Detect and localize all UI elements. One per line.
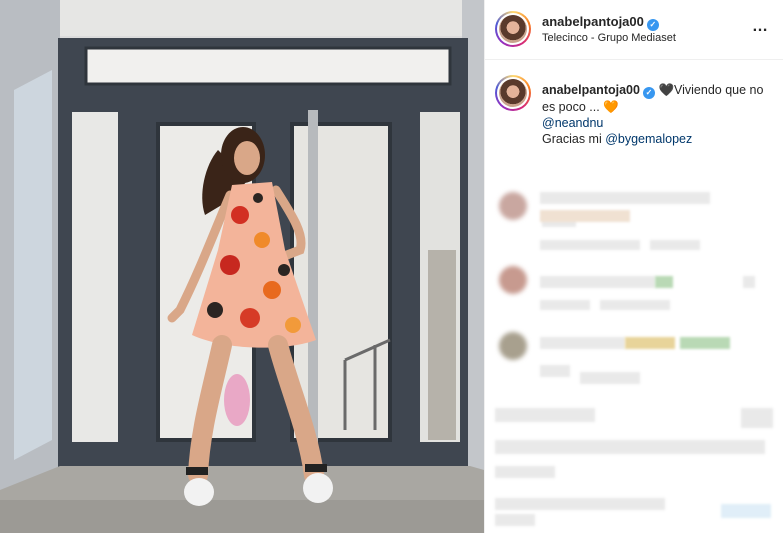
comment-text-blurred bbox=[625, 337, 675, 349]
comment-text-blurred bbox=[540, 210, 630, 222]
comment-text-blurred bbox=[655, 276, 673, 288]
comment-meta-blurred bbox=[600, 300, 670, 310]
verified-icon: ✓ bbox=[642, 87, 655, 99]
photo-illustration bbox=[0, 0, 484, 533]
like-icon-blurred[interactable] bbox=[743, 276, 755, 288]
author-avatar[interactable] bbox=[495, 11, 531, 47]
comment-meta-blurred bbox=[540, 300, 590, 310]
mention-link[interactable]: @neandnu bbox=[542, 116, 603, 130]
post-header: anabelpantoja00 ✓ Telecinco - Grupo Media… bbox=[485, 0, 783, 60]
caption-username[interactable]: anabelpantoja00 bbox=[542, 83, 640, 97]
orange-heart-icon: 🧡 bbox=[603, 100, 619, 114]
mention-link[interactable]: @bygemalopez bbox=[605, 132, 692, 146]
post-location[interactable]: Telecinco - Grupo Mediaset bbox=[542, 32, 676, 44]
comment-text-blurred bbox=[680, 337, 730, 349]
commenter-avatar[interactable] bbox=[499, 332, 527, 360]
commenter-avatar[interactable] bbox=[499, 192, 527, 220]
comment-text-blurred bbox=[540, 337, 625, 349]
caption-avatar[interactable] bbox=[495, 75, 531, 111]
commenter-avatar[interactable] bbox=[499, 266, 527, 294]
comment-text-blurred bbox=[540, 276, 655, 288]
comment-text-blurred bbox=[580, 372, 640, 384]
post-photo bbox=[0, 0, 484, 533]
comment-text-blurred bbox=[495, 466, 555, 478]
comment-text-blurred bbox=[540, 192, 710, 204]
comment-text-blurred bbox=[540, 365, 570, 377]
thanks-text: Gracias mi bbox=[542, 132, 602, 146]
post-sidebar: anabelpantoja00 ✓ Telecinco - Grupo Media… bbox=[484, 0, 783, 533]
author-username[interactable]: anabelpantoja00 ✓ bbox=[542, 14, 659, 31]
caption-text: anabelpantoja00 ✓ 🖤Viviendo que no es poc… bbox=[542, 82, 772, 147]
black-heart-icon: 🖤 bbox=[658, 83, 675, 97]
comment-meta-blurred bbox=[540, 240, 640, 250]
comment-text-blurred bbox=[741, 408, 773, 428]
more-options-icon[interactable]: … bbox=[752, 18, 769, 36]
comment-text-blurred bbox=[495, 408, 595, 422]
comment-text-blurred bbox=[721, 504, 771, 518]
verified-icon: ✓ bbox=[646, 19, 659, 31]
comment-text-blurred bbox=[495, 498, 665, 510]
comment-meta-blurred bbox=[650, 240, 700, 250]
comment-text-blurred bbox=[495, 514, 535, 526]
comment-text-blurred bbox=[495, 440, 765, 454]
post-caption: anabelpantoja00 ✓ 🖤Viviendo que no es poc… bbox=[485, 60, 783, 227]
